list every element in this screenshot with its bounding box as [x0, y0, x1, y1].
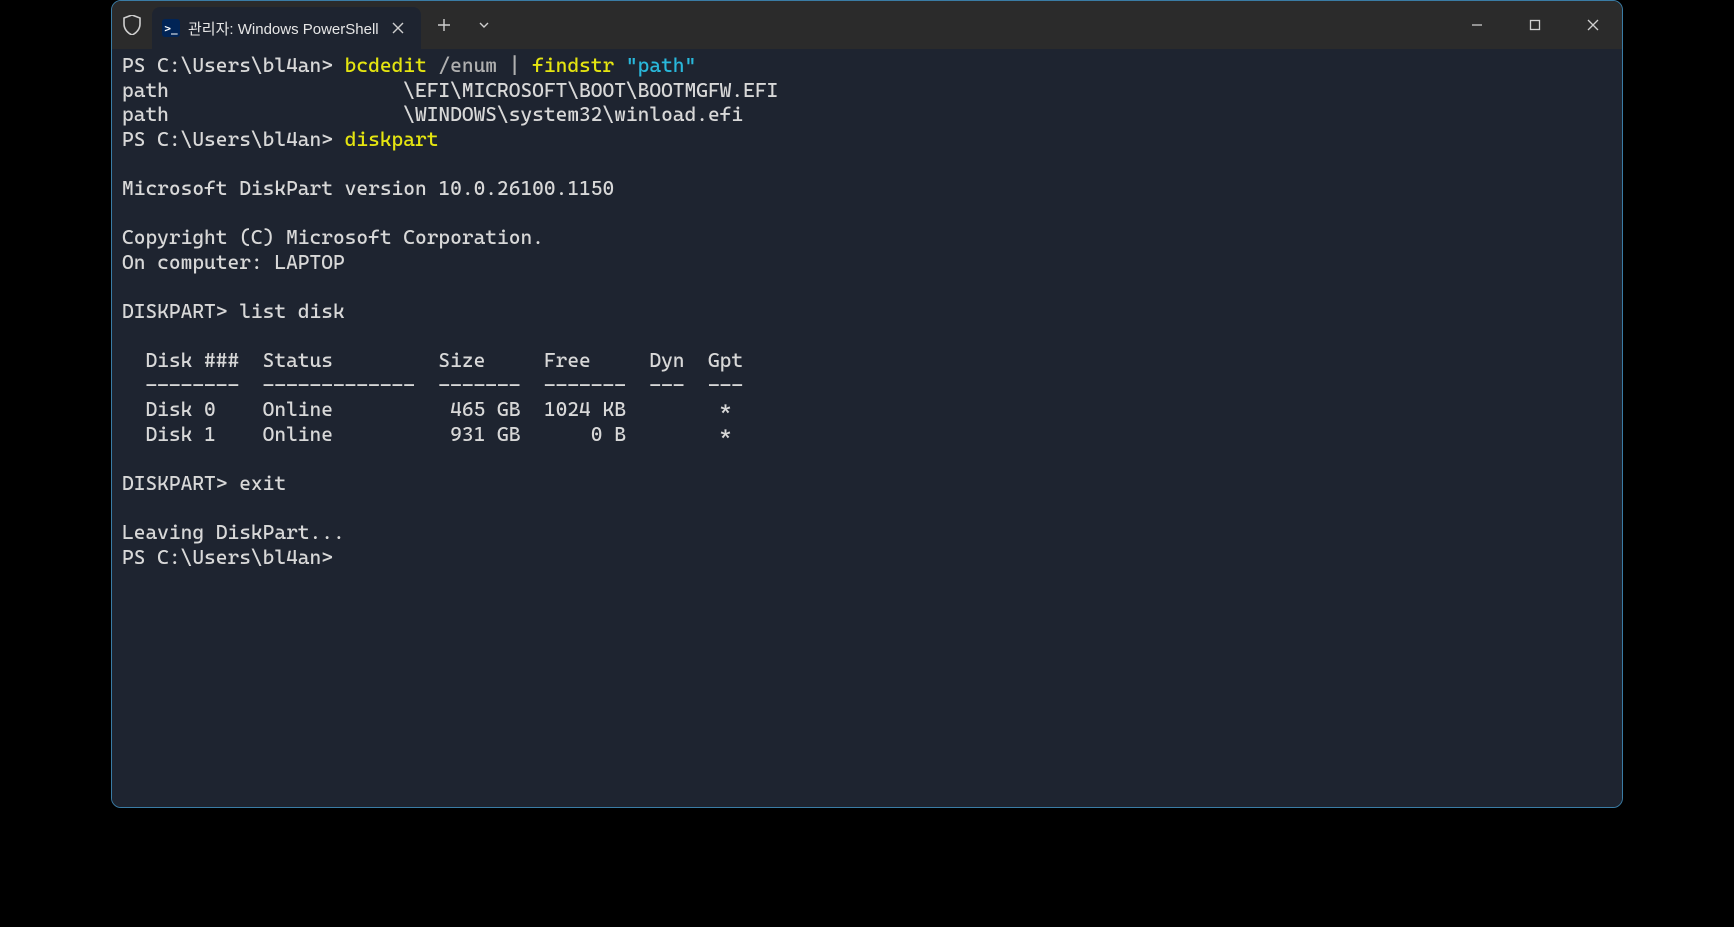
string-literal: "path"	[626, 53, 696, 77]
tab-powershell[interactable]: >_ 관리자: Windows PowerShell	[152, 7, 421, 49]
powershell-icon: >_	[162, 19, 180, 37]
maximize-button[interactable]	[1506, 1, 1564, 49]
output-line: path \EFI\MICROSOFT\BOOT\BOOTMGFW.EFI	[122, 78, 778, 102]
terminal-output[interactable]: PS C:\Users\bl4an> bcdedit /enum | finds…	[112, 49, 1622, 807]
output-line: Leaving DiskPart...	[122, 520, 345, 544]
close-button[interactable]	[1564, 1, 1622, 49]
window-controls	[1448, 1, 1622, 49]
command-token: bcdedit	[345, 53, 427, 77]
minimize-button[interactable]	[1448, 1, 1506, 49]
terminal-window: >_ 관리자: Windows PowerShell	[111, 0, 1623, 808]
tab-dropdown-button[interactable]	[467, 1, 501, 49]
output-line: Copyright (C) Microsoft Corporation.	[122, 225, 544, 249]
ps-prompt: PS C:\Users\bl4an>	[122, 545, 333, 569]
diskpart-command: list disk	[239, 299, 344, 323]
command-token: findstr	[520, 53, 625, 77]
pipe-token: |	[509, 53, 521, 77]
output-line: On computer: LAPTOP	[122, 250, 345, 274]
ps-prompt: PS C:\Users\bl4an>	[122, 127, 345, 151]
table-separator: -------- ------------- ------- ------- -…	[122, 373, 743, 397]
tab-title: 관리자: Windows PowerShell	[188, 18, 379, 39]
diskpart-prompt: DISKPART>	[122, 471, 239, 495]
command-token: diskpart	[345, 127, 439, 151]
table-row: Disk 0 Online 465 GB 1024 KB *	[122, 397, 731, 421]
diskpart-prompt: DISKPART>	[122, 299, 239, 323]
admin-shield-icon	[112, 1, 152, 49]
output-line: Microsoft DiskPart version 10.0.26100.11…	[122, 176, 614, 200]
output-line: path \WINDOWS\system32\winload.efi	[122, 102, 743, 126]
ps-prompt: PS C:\Users\bl4an>	[122, 53, 345, 77]
table-row: Disk 1 Online 931 GB 0 B *	[122, 422, 731, 446]
tab-close-button[interactable]	[387, 17, 409, 39]
table-header: Disk ### Status Size Free Dyn Gpt	[122, 348, 743, 372]
command-arg: /enum	[427, 53, 509, 77]
new-tab-button[interactable]	[421, 1, 467, 49]
titlebar-left: >_ 관리자: Windows PowerShell	[112, 1, 1448, 49]
titlebar[interactable]: >_ 관리자: Windows PowerShell	[112, 1, 1622, 49]
diskpart-command: exit	[239, 471, 286, 495]
